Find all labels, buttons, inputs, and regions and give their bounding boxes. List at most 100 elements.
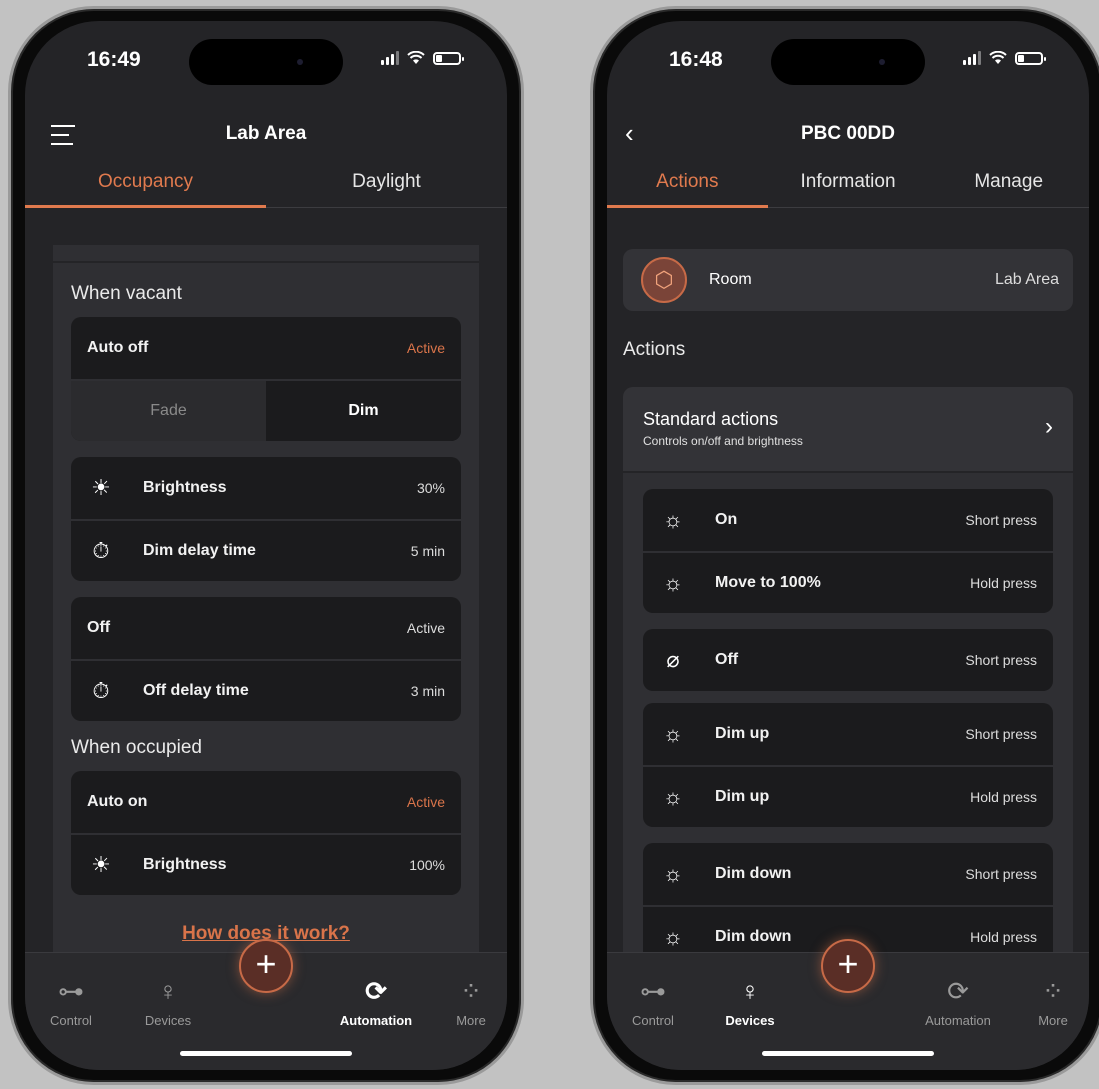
tab-bar-top: Occupancy Daylight <box>25 171 507 208</box>
phone-right: 16:48 ‹ PBC 00DD Actions Information Man… <box>590 6 1099 1085</box>
dynamic-island <box>189 39 343 85</box>
tab-actions[interactable]: Actions <box>607 171 768 208</box>
tab-devices[interactable]: ♀ Devices <box>710 975 790 1028</box>
action-row[interactable]: ⌀ Off Short press <box>643 629 1053 691</box>
tab-more-label: More <box>1038 1013 1068 1028</box>
dynamic-island <box>771 39 925 85</box>
automation-icon: ⟳ <box>365 976 387 1006</box>
off-label: Off <box>87 619 111 636</box>
status-time: 16:48 <box>669 48 723 71</box>
bottom-tab-bar: + ⊶ Control ♀ Devices ⟳ Automation ⁘ Mor… <box>25 939 507 1070</box>
tab-daylight[interactable]: Daylight <box>266 171 507 207</box>
auto-on-card: Auto on Active ☀ Brightness 100% <box>71 771 461 895</box>
tab-more-label: More <box>456 1013 486 1028</box>
occupied-brightness-value: 100% <box>409 857 445 873</box>
action-press: Short press <box>965 512 1037 528</box>
add-button[interactable]: + <box>239 939 293 993</box>
off-delay-value: 3 min <box>410 683 445 699</box>
tab-bar-top: Actions Information Manage <box>607 171 1089 208</box>
auto-on-label: Auto on <box>87 793 148 810</box>
action-label: On <box>715 511 738 528</box>
room-cube-icon: ⬡ <box>641 257 687 303</box>
auto-off-row[interactable]: Auto off Active <box>71 317 461 379</box>
standard-actions-subtitle: Controls on/off and brightness <box>643 434 803 448</box>
status-icons <box>963 51 1046 65</box>
devices-icon: ♀ <box>158 976 178 1006</box>
off-row[interactable]: Off Active <box>71 597 461 659</box>
tab-automation[interactable]: ⟳ Automation <box>909 975 1007 1028</box>
off-delay-label: Off delay time <box>143 682 249 699</box>
devices-icon: ♀ <box>740 976 760 1006</box>
tab-information[interactable]: Information <box>768 171 929 207</box>
sun-dim-icon: ☼ <box>662 924 684 949</box>
auto-off-card: Auto off Active Fade Dim <box>71 317 461 441</box>
brightness-icon: ☀ <box>91 475 111 500</box>
more-icon: ⁘ <box>1042 976 1064 1006</box>
timer-icon: ⏱ <box>92 678 110 703</box>
home-indicator[interactable] <box>762 1051 934 1056</box>
page-title: Lab Area <box>225 123 307 144</box>
tab-control[interactable]: ⊶ Control <box>613 975 693 1028</box>
tab-automation-label: Automation <box>925 1013 991 1028</box>
auto-off-status: Active <box>406 340 445 356</box>
menu-icon[interactable] <box>51 125 75 145</box>
control-icon: ⊶ <box>640 976 666 1006</box>
brightness-value: 30% <box>416 480 445 496</box>
action-press: Short press <box>965 726 1037 742</box>
action-group-off: ⌀ Off Short press <box>643 629 1053 691</box>
sun-icon: ☼ <box>662 570 684 595</box>
tab-control[interactable]: ⊶ Control <box>31 975 111 1028</box>
action-row[interactable]: ☼ Move to 100% Hold press <box>643 551 1053 613</box>
auto-on-row[interactable]: Auto on Active <box>71 771 461 833</box>
fade-option[interactable]: Fade <box>71 381 266 441</box>
standard-actions-title: Standard actions <box>643 409 779 429</box>
action-row[interactable]: ☼ Dim down Short press <box>643 843 1053 905</box>
tab-control-label: Control <box>50 1013 92 1028</box>
tab-more[interactable]: ⁘ More <box>1013 975 1089 1028</box>
brightness-icon: ☀ <box>91 852 111 877</box>
off-delay-row[interactable]: ⏱ Off delay time 3 min <box>71 659 461 721</box>
page-title: PBC 00DD <box>801 123 895 144</box>
room-value: Lab Area <box>994 271 1059 288</box>
section-header-strip <box>53 245 479 261</box>
action-press: Short press <box>965 652 1037 668</box>
occupied-brightness-label: Brightness <box>143 856 227 873</box>
auto-off-label: Auto off <box>87 339 149 356</box>
action-label: Dim down <box>715 865 792 882</box>
occupied-brightness-row[interactable]: ☀ Brightness 100% <box>71 833 461 895</box>
tab-devices-label: Devices <box>725 1013 775 1028</box>
action-row[interactable]: ☼ On Short press <box>643 489 1053 551</box>
dim-option[interactable]: Dim <box>266 381 461 441</box>
dim-delay-value: 5 min <box>410 543 445 559</box>
more-icon: ⁘ <box>460 976 482 1006</box>
action-row[interactable]: ☼ Dim up Short press <box>643 703 1053 765</box>
dim-delay-row[interactable]: ⏱ Dim delay time 5 min <box>71 519 461 581</box>
room-card[interactable]: ⬡ Room Lab Area <box>623 249 1073 311</box>
signal-icon <box>963 51 981 65</box>
action-row[interactable]: ☼ Dim up Hold press <box>643 765 1053 827</box>
brightness-row[interactable]: ☀ Brightness 30% <box>71 457 461 519</box>
tab-manage[interactable]: Manage <box>928 171 1089 207</box>
standard-actions-card[interactable]: Standard actions Controls on/off and bri… <box>623 387 1073 471</box>
home-indicator[interactable] <box>180 1051 352 1056</box>
battery-icon <box>1015 51 1046 65</box>
wifi-icon <box>989 51 1007 64</box>
status-time: 16:49 <box>87 48 141 71</box>
when-occupied-label: When occupied <box>71 737 202 758</box>
tab-control-label: Control <box>632 1013 674 1028</box>
tab-more[interactable]: ⁘ More <box>431 975 507 1028</box>
add-button[interactable]: + <box>821 939 875 993</box>
screen-right: 16:48 ‹ PBC 00DD Actions Information Man… <box>607 21 1089 1070</box>
action-press: Short press <box>965 866 1037 882</box>
tab-occupancy[interactable]: Occupancy <box>25 171 266 208</box>
battery-icon <box>433 51 464 65</box>
off-card: Off Active ⏱ Off delay time 3 min <box>71 597 461 721</box>
action-press: Hold press <box>970 929 1037 945</box>
sun-dim-icon: ☼ <box>662 861 684 886</box>
status-icons <box>381 51 464 65</box>
tab-automation[interactable]: ⟳ Automation <box>327 975 425 1028</box>
dim-settings-card: ☀ Brightness 30% ⏱ Dim delay time 5 min <box>71 457 461 581</box>
tab-devices[interactable]: ♀ Devices <box>128 975 208 1028</box>
back-icon[interactable]: ‹ <box>625 117 634 149</box>
auto-on-status: Active <box>406 794 445 810</box>
